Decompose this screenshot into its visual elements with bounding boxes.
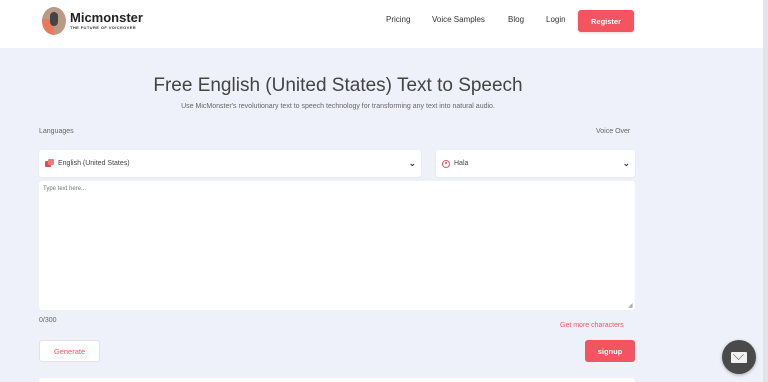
resize-handle-icon[interactable]: ◢ xyxy=(628,302,633,309)
nav-link-blog[interactable]: Blog xyxy=(508,15,524,24)
envelope-icon xyxy=(731,351,747,363)
chevron-down-icon: ⌄ xyxy=(622,158,630,168)
chat-launcher-button[interactable] xyxy=(722,340,756,374)
page-title: Free English (United States) Text to Spe… xyxy=(153,75,523,96)
languages-label: Languages xyxy=(39,128,74,135)
language-select-value: English (United States) xyxy=(58,160,130,167)
nav-link-login[interactable]: Login xyxy=(546,15,566,24)
voice-select-value: Hala xyxy=(454,160,469,167)
generate-button[interactable]: Generate xyxy=(39,340,100,362)
bottom-card xyxy=(39,378,635,382)
navbar: Micmonster THE FUTURE OF VOICEOVER Prici… xyxy=(0,0,768,48)
register-button[interactable]: Register xyxy=(578,10,634,32)
flag-icon xyxy=(45,159,54,168)
language-select[interactable]: English (United States) ⌄ xyxy=(39,150,421,177)
signup-button[interactable]: signup xyxy=(585,340,635,362)
voice-select[interactable]: Hala ⌄ xyxy=(436,150,635,177)
nav-link-voice-samples[interactable]: Voice Samples xyxy=(432,15,485,24)
voice-target-icon xyxy=(442,159,450,168)
character-counter: 0/300 xyxy=(39,317,57,324)
chevron-down-icon: ⌄ xyxy=(408,158,416,168)
nav-links: Pricing Voice Samples Blog Login xyxy=(0,0,768,42)
get-more-characters-link[interactable]: Get more characters xyxy=(560,322,624,329)
scrollbar-track[interactable] xyxy=(763,0,768,382)
voice-over-label: Voice Over xyxy=(596,128,631,135)
text-input[interactable] xyxy=(39,181,635,310)
page-subtitle: Use MicMonster's revolutionary text to s… xyxy=(181,103,495,110)
nav-link-pricing[interactable]: Pricing xyxy=(386,15,410,24)
